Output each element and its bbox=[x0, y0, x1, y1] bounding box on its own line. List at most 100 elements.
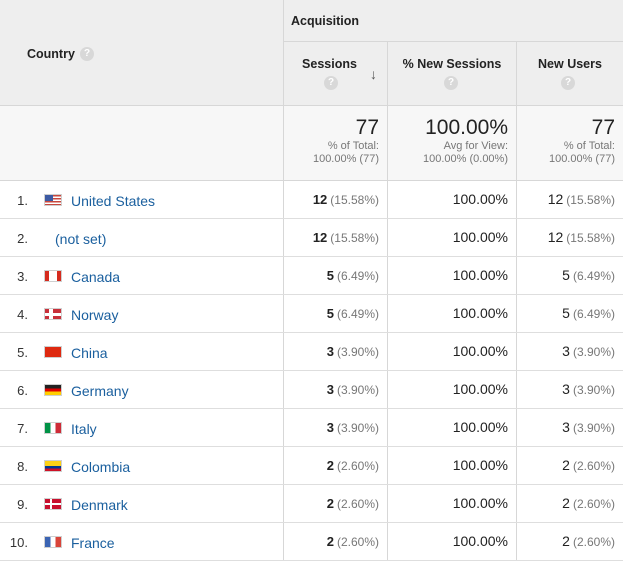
new-users-cell: 5 (6.49%) bbox=[516, 295, 623, 332]
row-index: 9. bbox=[17, 497, 28, 512]
table-row: 7. Italy 3 (3.90%) 100.00% 3 (3.90%) bbox=[0, 409, 623, 447]
table-row: 10. France 2 (2.60%) 100.00% 2 (2.60%) bbox=[0, 523, 623, 561]
sessions-value: 2 bbox=[326, 534, 334, 549]
new-users-cell: 12 (15.58%) bbox=[516, 181, 623, 218]
sessions-cell: 3 (3.90%) bbox=[283, 371, 387, 408]
sort-descending-icon[interactable]: ↓ bbox=[370, 66, 377, 82]
new-users-value: 2 bbox=[562, 533, 570, 549]
row-index: 5. bbox=[17, 345, 28, 360]
table-row: 3. Canada 5 (6.49%) 100.00% 5 (6.49%) bbox=[0, 257, 623, 295]
new-sessions-cell: 100.00% bbox=[387, 257, 516, 294]
sessions-percent: (15.58%) bbox=[330, 231, 379, 245]
new-users-cell: 3 (3.90%) bbox=[516, 333, 623, 370]
country-column-header: Country ? bbox=[0, 0, 283, 105]
new-sessions-total-cell: 100.00% Avg for View: 100.00% (0.00%) bbox=[387, 106, 516, 180]
country-link[interactable]: Colombia bbox=[71, 459, 130, 475]
new-users-value: 2 bbox=[562, 457, 570, 473]
sessions-value: 3 bbox=[326, 420, 334, 435]
new-sessions-value: 100.00% bbox=[452, 533, 508, 549]
country-link[interactable]: France bbox=[71, 535, 115, 551]
new-users-value: 12 bbox=[547, 191, 564, 207]
sessions-percent: (2.60%) bbox=[336, 497, 379, 511]
new-users-cell: 12 (15.58%) bbox=[516, 219, 623, 256]
denmark-flag-icon bbox=[44, 498, 62, 510]
new-sessions-total-value: 100.00% bbox=[425, 116, 508, 139]
help-icon[interactable]: ? bbox=[561, 76, 575, 90]
sessions-cell: 2 (2.60%) bbox=[283, 523, 387, 560]
help-icon[interactable]: ? bbox=[444, 76, 458, 90]
sessions-total-detail: 100.00% (77) bbox=[312, 153, 379, 165]
acquisition-group-header: Acquisition bbox=[283, 0, 623, 42]
new-sessions-header-label: % New Sessions bbox=[402, 57, 502, 71]
new-users-value: 5 bbox=[562, 267, 570, 283]
new-sessions-column-header[interactable]: % New Sessions ? bbox=[387, 42, 516, 105]
new-users-percent: (3.90%) bbox=[572, 345, 615, 359]
new-sessions-value: 100.00% bbox=[452, 381, 508, 397]
sessions-value: 2 bbox=[326, 458, 334, 473]
country-link[interactable]: China bbox=[71, 345, 108, 361]
sessions-percent: (15.58%) bbox=[330, 193, 379, 207]
country-link[interactable]: Germany bbox=[71, 383, 129, 399]
new-sessions-value: 100.00% bbox=[452, 343, 508, 359]
help-icon[interactable]: ? bbox=[80, 47, 94, 61]
country-link[interactable]: (not set) bbox=[55, 231, 106, 247]
sessions-percent: (3.90%) bbox=[336, 383, 379, 397]
sessions-value: 2 bbox=[326, 496, 334, 511]
sessions-value: 12 bbox=[312, 192, 328, 207]
new-sessions-value: 100.00% bbox=[452, 457, 508, 473]
sessions-column-header[interactable]: Sessions ↓ ? bbox=[283, 42, 387, 105]
new-users-total-value: 77 bbox=[591, 116, 615, 139]
china-flag-icon bbox=[44, 346, 62, 358]
sessions-cell: 5 (6.49%) bbox=[283, 257, 387, 294]
new-sessions-cell: 100.00% bbox=[387, 523, 516, 560]
sessions-percent: (2.60%) bbox=[336, 459, 379, 473]
new-sessions-total-caption: Avg for View: bbox=[443, 140, 508, 152]
sessions-cell: 2 (2.60%) bbox=[283, 485, 387, 522]
sessions-value: 3 bbox=[326, 344, 334, 359]
germany-flag-icon bbox=[44, 384, 62, 396]
new-users-value: 3 bbox=[562, 419, 570, 435]
row-index: 10. bbox=[9, 535, 28, 550]
country-link[interactable]: United States bbox=[71, 193, 155, 209]
new-users-cell: 3 (3.90%) bbox=[516, 409, 623, 446]
help-icon[interactable]: ? bbox=[324, 76, 338, 90]
new-users-value: 5 bbox=[562, 305, 570, 321]
row-index: 2. bbox=[17, 231, 28, 246]
new-users-value: 3 bbox=[562, 343, 570, 359]
us-flag-icon bbox=[44, 194, 62, 206]
canada-flag-icon bbox=[44, 270, 62, 282]
table-row: 4. Norway 5 (6.49%) 100.00% 5 (6.49%) bbox=[0, 295, 623, 333]
norway-flag-icon bbox=[44, 308, 62, 320]
france-flag-icon bbox=[44, 536, 62, 548]
sessions-percent: (6.49%) bbox=[336, 307, 379, 321]
sessions-total-cell: 77 % of Total: 100.00% (77) bbox=[283, 106, 387, 180]
new-users-cell: 2 (2.60%) bbox=[516, 523, 623, 560]
sessions-cell: 5 (6.49%) bbox=[283, 295, 387, 332]
totals-row: 77 % of Total: 100.00% (77) 100.00% Avg … bbox=[0, 106, 623, 181]
new-sessions-cell: 100.00% bbox=[387, 371, 516, 408]
country-link[interactable]: Italy bbox=[71, 421, 97, 437]
new-sessions-value: 100.00% bbox=[452, 419, 508, 435]
new-sessions-value: 100.00% bbox=[452, 191, 508, 207]
new-users-cell: 2 (2.60%) bbox=[516, 447, 623, 484]
new-users-total-detail: 100.00% (77) bbox=[548, 153, 615, 165]
table-row: 2. (not set) 12 (15.58%) 100.00% 12 (15.58%) bbox=[0, 219, 623, 257]
row-index: 3. bbox=[17, 269, 28, 284]
sessions-value: 3 bbox=[326, 382, 334, 397]
new-users-percent: (6.49%) bbox=[572, 269, 615, 283]
new-users-column-header[interactable]: New Users ? bbox=[516, 42, 623, 105]
country-header-label: Country bbox=[27, 47, 75, 61]
new-sessions-cell: 100.00% bbox=[387, 409, 516, 446]
country-link[interactable]: Canada bbox=[71, 269, 120, 285]
new-users-percent: (3.90%) bbox=[572, 421, 615, 435]
new-users-header-label: New Users bbox=[538, 57, 602, 71]
country-link[interactable]: Norway bbox=[71, 307, 118, 323]
new-sessions-cell: 100.00% bbox=[387, 219, 516, 256]
country-link[interactable]: Denmark bbox=[71, 497, 128, 513]
sessions-percent: (3.90%) bbox=[336, 345, 379, 359]
new-users-percent: (6.49%) bbox=[572, 307, 615, 321]
new-sessions-cell: 100.00% bbox=[387, 447, 516, 484]
new-sessions-value: 100.00% bbox=[452, 305, 508, 321]
new-users-cell: 3 (3.90%) bbox=[516, 371, 623, 408]
sessions-cell: 2 (2.60%) bbox=[283, 447, 387, 484]
